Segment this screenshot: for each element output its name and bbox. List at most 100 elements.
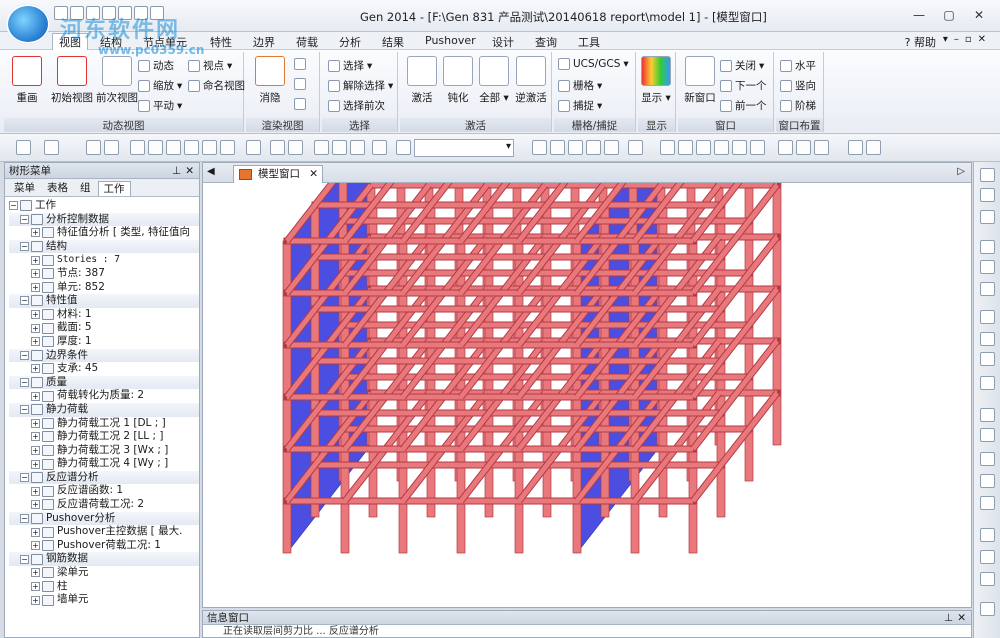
tab-pushover[interactable]: Pushover xyxy=(425,34,476,47)
pan-tool-icon[interactable] xyxy=(980,332,995,346)
tree-node[interactable]: + 单元: 852 xyxy=(9,281,199,295)
tree-node[interactable]: + 截面: 5 xyxy=(9,321,199,335)
move-icon[interactable] xyxy=(980,352,995,366)
tab-table[interactable]: 表格 xyxy=(42,181,73,196)
next-window-button[interactable]: 下一个 xyxy=(720,78,767,93)
tab-close-icon[interactable]: ✕ xyxy=(309,166,318,183)
help-menu[interactable]: ? 帮助 xyxy=(905,34,936,50)
export-icon[interactable] xyxy=(980,572,995,586)
select-window-icon[interactable] xyxy=(314,140,329,155)
rotate-tool-icon[interactable] xyxy=(980,376,995,390)
initial-view-button[interactable]: 初始视图 xyxy=(48,56,96,105)
collapse-icon[interactable]: − xyxy=(9,201,18,211)
bottom-view-icon[interactable] xyxy=(202,140,217,155)
expand-icon[interactable]: + xyxy=(31,568,40,578)
expand-icon[interactable]: + xyxy=(31,364,40,374)
element-connect-icon[interactable] xyxy=(796,140,811,155)
tree-node[interactable]: − 静力荷载 xyxy=(9,402,199,417)
collapse-icon[interactable]: − xyxy=(20,214,29,224)
mdi-controls[interactable]: ▾–▫✕ xyxy=(943,34,992,45)
pointer-tool-icon[interactable] xyxy=(980,310,995,324)
display-button[interactable]: 显示 ▾ xyxy=(638,56,674,105)
expand-icon[interactable]: + xyxy=(31,459,40,469)
tab-group[interactable]: 组 xyxy=(75,181,96,196)
select-previous-button[interactable]: 选择前次 xyxy=(328,98,385,113)
info-pin-icon[interactable]: ⊥ xyxy=(944,611,953,625)
tree-node[interactable]: + 静力荷载工况 2 [LL ; ] xyxy=(9,430,199,444)
previous-view-button[interactable]: 前次视图 xyxy=(94,56,140,105)
select-polygon-icon[interactable] xyxy=(332,140,347,155)
previous-window-button[interactable]: 前一个 xyxy=(720,98,767,113)
unlock-icon[interactable] xyxy=(866,140,881,155)
tab-properties[interactable]: 特性 xyxy=(210,34,232,50)
model-window-tab[interactable]: 模型窗口 ✕ xyxy=(233,165,323,183)
fit-icon[interactable] xyxy=(980,260,995,274)
cascade-button[interactable]: 阶梯 xyxy=(780,98,816,113)
tree-node[interactable]: + Pushover荷载工况: 1 xyxy=(9,539,199,553)
tree-node[interactable]: + 静力荷载工况 4 [Wy ; ] xyxy=(9,457,199,471)
collapse-icon[interactable]: − xyxy=(20,350,29,360)
rotate-icon[interactable] xyxy=(696,140,711,155)
swap-icon[interactable] xyxy=(568,140,583,155)
collapse-icon[interactable]: − xyxy=(20,242,29,252)
viewpoint-button[interactable]: 视点 ▾ xyxy=(188,58,232,73)
tree-node[interactable]: + 特征值分析 [ 类型, 特征值向 xyxy=(9,226,199,240)
app-logo[interactable] xyxy=(6,4,50,44)
import-icon[interactable] xyxy=(980,550,995,564)
tree-node[interactable]: − 特性值 xyxy=(9,294,199,308)
right-view-icon[interactable] xyxy=(246,140,261,155)
shade-icon[interactable] xyxy=(294,78,306,90)
tree-node[interactable]: − 结构 xyxy=(9,239,199,254)
activate-button[interactable]: 激活 xyxy=(404,56,440,105)
dynamic-rotate-icon[interactable] xyxy=(714,140,729,155)
select-intersect-icon[interactable] xyxy=(350,140,365,155)
ucs-gcs-button[interactable]: UCS/GCS ▾ xyxy=(558,58,629,70)
tab-scroll-left-icon[interactable]: ◀ xyxy=(207,166,215,177)
expand-icon[interactable]: + xyxy=(31,418,40,428)
node-connect-icon[interactable] xyxy=(778,140,793,155)
expand-icon[interactable]: + xyxy=(31,541,40,551)
expand-icon[interactable]: + xyxy=(31,228,40,238)
tab-boundary[interactable]: 边界 xyxy=(253,34,275,50)
activate-volume-icon[interactable] xyxy=(604,140,619,155)
grid-view-icon[interactable] xyxy=(980,168,995,182)
tree-node[interactable]: + Stories : 7 xyxy=(9,253,199,267)
tree-node[interactable]: + 节点: 387 xyxy=(9,267,199,281)
dynamic-button[interactable]: 动态 xyxy=(138,58,174,73)
tab-results[interactable]: 结果 xyxy=(382,34,404,50)
tree-node[interactable]: + 支承: 45 xyxy=(9,362,199,376)
expand-icon[interactable]: + xyxy=(31,595,40,605)
element-number-icon[interactable] xyxy=(104,140,119,155)
collapse-icon[interactable]: − xyxy=(20,405,29,415)
expand-icon[interactable]: + xyxy=(31,581,40,591)
lock-icon[interactable] xyxy=(848,140,863,155)
tree-node[interactable]: − 工作 xyxy=(9,199,199,213)
window-1-icon[interactable] xyxy=(980,408,995,422)
tree-node[interactable]: + 墙单元 xyxy=(9,593,199,607)
search-icon[interactable] xyxy=(980,282,995,296)
hidden-icon[interactable] xyxy=(270,140,285,155)
activate-tb-icon[interactable] xyxy=(532,140,547,155)
collapse-icon[interactable]: − xyxy=(20,554,29,564)
tile-vertical-button[interactable]: 竖向 xyxy=(780,78,816,93)
redraw-button[interactable]: 重画 xyxy=(6,56,48,105)
expand-icon[interactable]: + xyxy=(31,269,40,279)
pan-button[interactable]: 平动 ▾ xyxy=(138,98,182,113)
zoom-out-icon[interactable] xyxy=(980,240,995,254)
maximize-button[interactable]: ▢ xyxy=(936,6,962,24)
zoom-button[interactable]: 缩放 ▾ xyxy=(138,78,182,93)
left-view-icon[interactable] xyxy=(220,140,235,155)
column[interactable] xyxy=(772,183,782,446)
deactivate-tb-icon[interactable] xyxy=(550,140,565,155)
expand-icon[interactable]: + xyxy=(31,527,40,537)
expand-icon[interactable]: + xyxy=(31,486,40,496)
tree-node[interactable]: + 荷载转化为质量: 2 xyxy=(9,389,199,403)
expand-icon[interactable]: + xyxy=(31,323,40,333)
top-view-icon[interactable] xyxy=(184,140,199,155)
zoom-window-icon[interactable] xyxy=(660,140,675,155)
expand-icon[interactable]: + xyxy=(31,432,40,442)
expand-icon[interactable]: + xyxy=(31,445,40,455)
tree-node[interactable]: + Pushover主控数据 [ 最大. xyxy=(9,525,199,539)
tree-node[interactable]: + 材料: 1 xyxy=(9,308,199,322)
expand-icon[interactable]: + xyxy=(31,310,40,320)
